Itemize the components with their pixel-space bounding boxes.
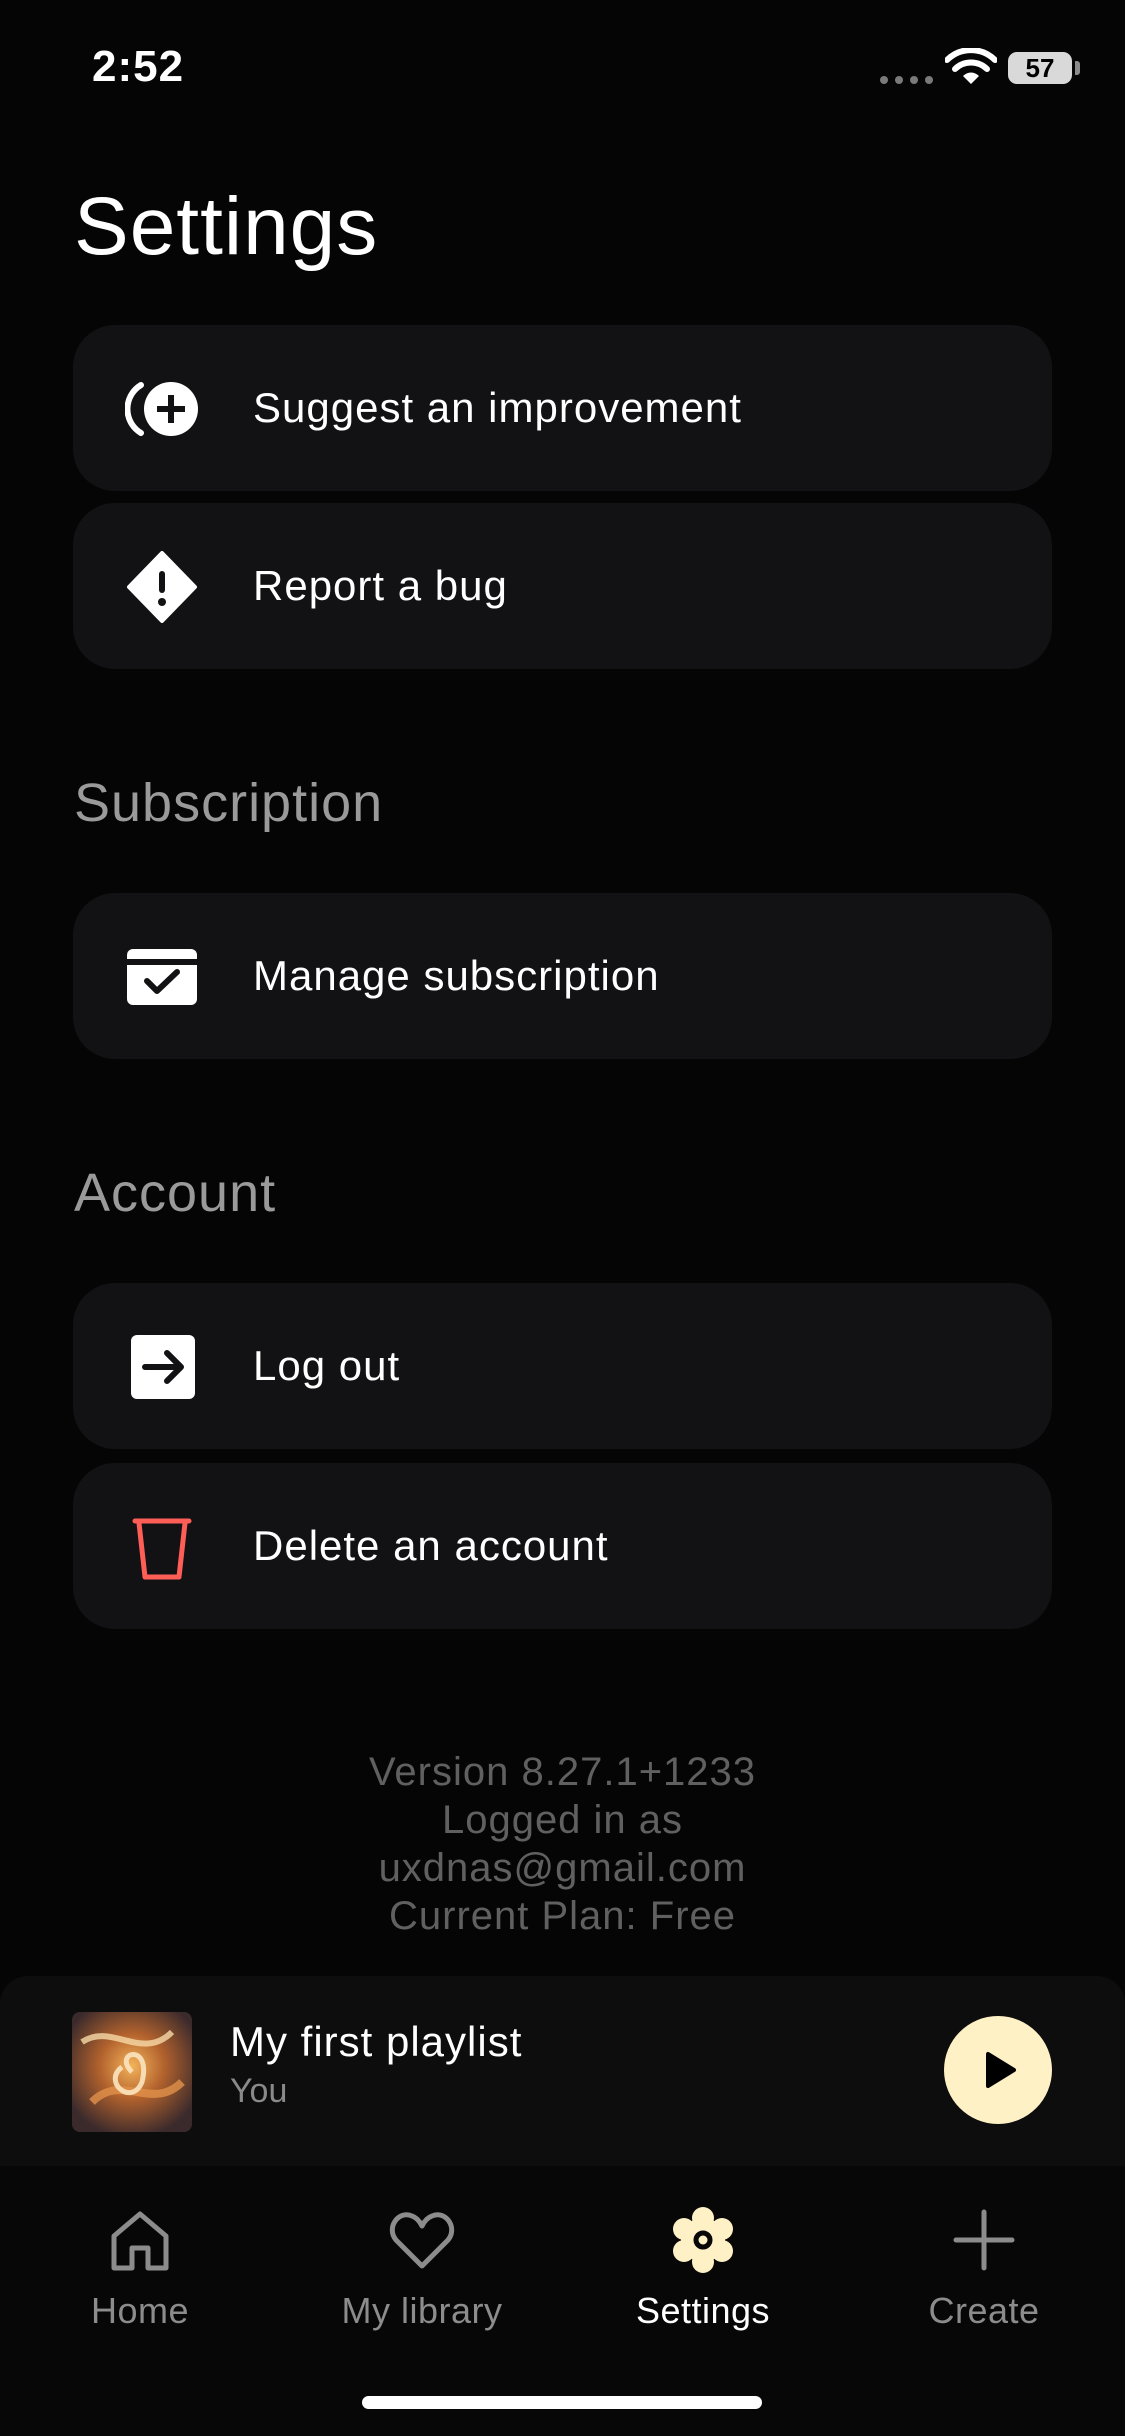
suggest-improvement-label: Suggest an improvement (253, 384, 742, 431)
tab-create-label: Create (928, 2290, 1040, 2331)
home-indicator (362, 2396, 762, 2409)
play-icon (986, 2052, 1016, 2088)
tab-settings[interactable]: Settings (583, 2206, 823, 2346)
tab-home-label: Home (90, 2290, 190, 2331)
suggest-improvement-button[interactable]: Suggest an improvement (73, 325, 1052, 491)
lightbulb-plus-icon (125, 382, 198, 436)
gear-icon (673, 2207, 733, 2273)
manage-subscription-button[interactable]: Manage subscription (73, 893, 1052, 1059)
delete-account-button[interactable]: Delete an account (73, 1463, 1052, 1629)
tab-create[interactable]: Create (864, 2206, 1104, 2346)
account-section-title: Account (74, 1163, 277, 1223)
tab-my-library-label: My library (341, 2290, 503, 2331)
tab-home[interactable]: Home (20, 2206, 260, 2346)
mini-player[interactable]: My first playlist You (0, 1976, 1125, 2166)
current-plan: Current Plan: Free (388, 1894, 737, 1938)
trash-icon (132, 1518, 192, 1580)
report-bug-button[interactable]: Report a bug (73, 503, 1052, 669)
subscription-check-icon (127, 949, 197, 1005)
logout-label: Log out (253, 1342, 401, 1389)
logout-arrow-icon (131, 1335, 195, 1399)
battery-icon: 57 (1008, 52, 1072, 84)
account-email: uxdnas@gmail.com (378, 1846, 747, 1890)
player-subtitle: You (230, 2072, 288, 2110)
delete-account-label: Delete an account (253, 1522, 609, 1569)
heart-icon (389, 2212, 455, 2269)
account-info: Version 8.27.1+1233 Logged in as uxdnas@… (0, 1748, 1125, 1940)
home-icon (111, 2211, 169, 2271)
battery-level: 57 (1025, 53, 1055, 83)
playlist-artwork (72, 2012, 192, 2132)
wifi-icon (945, 48, 997, 84)
logout-button[interactable]: Log out (73, 1283, 1052, 1449)
manage-subscription-label: Manage subscription (253, 952, 660, 999)
status-time: 2:52 (92, 42, 185, 91)
warning-diamond-icon (127, 551, 197, 623)
play-button[interactable] (944, 2016, 1052, 2124)
version-text: Version 8.27.1+1233 (368, 1750, 757, 1794)
logged-in-label: Logged in as (441, 1798, 684, 1842)
cellular-signal-icon (880, 76, 933, 84)
page-title: Settings (74, 181, 379, 272)
player-title: My first playlist (230, 2018, 523, 2065)
report-bug-label: Report a bug (253, 562, 508, 609)
battery-nub (1075, 61, 1080, 75)
status-bar: 2:52 57 (0, 0, 1125, 140)
subscription-section-title: Subscription (74, 773, 384, 833)
tab-settings-label: Settings (635, 2290, 771, 2331)
plus-icon (953, 2209, 1015, 2271)
tab-my-library[interactable]: My library (302, 2206, 542, 2346)
